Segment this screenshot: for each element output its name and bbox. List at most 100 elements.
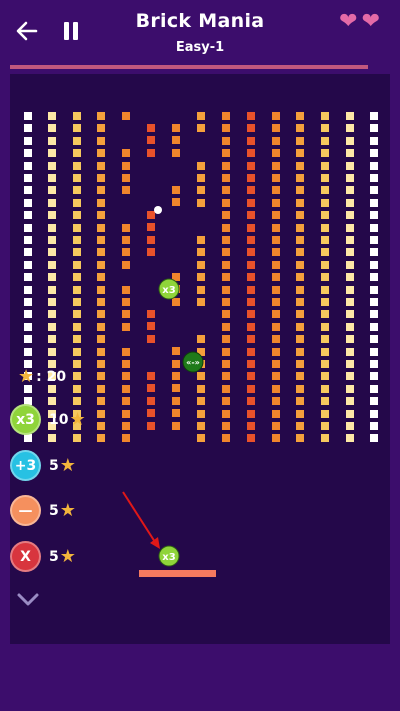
brick (346, 310, 354, 318)
brick (97, 261, 105, 269)
brick (122, 149, 130, 157)
brick (97, 273, 105, 281)
brick (24, 186, 32, 194)
brick (197, 174, 205, 182)
brick (370, 124, 378, 132)
brick (147, 124, 155, 132)
brick (272, 310, 280, 318)
brick (222, 224, 230, 232)
brick (48, 211, 56, 219)
powerup-plus-balls[interactable]: +3 5 ★ (10, 450, 76, 481)
brick (222, 410, 230, 418)
brick (172, 124, 180, 132)
minus-icon: — (10, 495, 41, 526)
brick (24, 310, 32, 318)
brick (370, 248, 378, 256)
brick (272, 360, 280, 368)
brick (370, 149, 378, 157)
brick (48, 137, 56, 145)
brick (370, 372, 378, 380)
brick (122, 162, 130, 170)
brick (172, 198, 180, 206)
paddle[interactable] (139, 570, 216, 577)
brick (247, 236, 255, 244)
brick (147, 136, 155, 144)
brick (172, 186, 180, 194)
brick (346, 273, 354, 281)
brick (172, 347, 180, 355)
brick (97, 174, 105, 182)
brick (122, 372, 130, 380)
brick (247, 273, 255, 281)
brick (321, 124, 329, 132)
brick (247, 348, 255, 356)
brick (296, 236, 304, 244)
brick (24, 248, 32, 256)
brick (321, 162, 329, 170)
brick (296, 397, 304, 405)
brick (346, 236, 354, 244)
brick (346, 360, 354, 368)
brick (73, 211, 81, 219)
brick (370, 261, 378, 269)
brick (321, 186, 329, 194)
powerup-multiball[interactable]: x3 10 ★ (10, 404, 86, 435)
brick (370, 335, 378, 343)
brick (321, 112, 329, 120)
star-icon: ★ (59, 455, 76, 476)
brick (97, 397, 105, 405)
brick (247, 211, 255, 219)
brick (97, 348, 105, 356)
brick (321, 410, 329, 418)
brick (370, 286, 378, 294)
brick (24, 174, 32, 182)
brick (247, 162, 255, 170)
brick (247, 385, 255, 393)
brick (122, 410, 130, 418)
brick (247, 286, 255, 294)
brick (321, 199, 329, 207)
brick (222, 174, 230, 182)
brick (97, 248, 105, 256)
chevron-down-icon[interactable] (16, 592, 40, 608)
brick (147, 211, 155, 219)
brick (48, 199, 56, 207)
brick (346, 174, 354, 182)
brick (296, 298, 304, 306)
powerup-destroy[interactable]: X 5 ★ (10, 541, 76, 572)
brick (296, 261, 304, 269)
brick (272, 149, 280, 157)
brick (272, 385, 280, 393)
brick (48, 124, 56, 132)
stars-counter: ★ : 20 (18, 366, 67, 387)
brick (222, 261, 230, 269)
plus-balls-icon: +3 (10, 450, 41, 481)
brick (247, 422, 255, 430)
brick (122, 186, 130, 194)
brick (222, 186, 230, 194)
brick (197, 410, 205, 418)
brick (346, 372, 354, 380)
brick (172, 384, 180, 392)
brick (147, 236, 155, 244)
brick (73, 236, 81, 244)
brick (197, 248, 205, 256)
brick (122, 286, 130, 294)
brick (97, 199, 105, 207)
brick (97, 310, 105, 318)
brick (147, 248, 155, 256)
brick (272, 124, 280, 132)
brick (247, 137, 255, 145)
brick (370, 236, 378, 244)
brick (48, 162, 56, 170)
brick (24, 335, 32, 343)
brick (370, 360, 378, 368)
brick (296, 323, 304, 331)
brick (296, 310, 304, 318)
brick (296, 211, 304, 219)
brick (296, 112, 304, 120)
powerup-remove-row[interactable]: — 5 ★ (10, 495, 76, 526)
brick (172, 422, 180, 430)
brick (147, 322, 155, 330)
brick-field (24, 112, 378, 442)
